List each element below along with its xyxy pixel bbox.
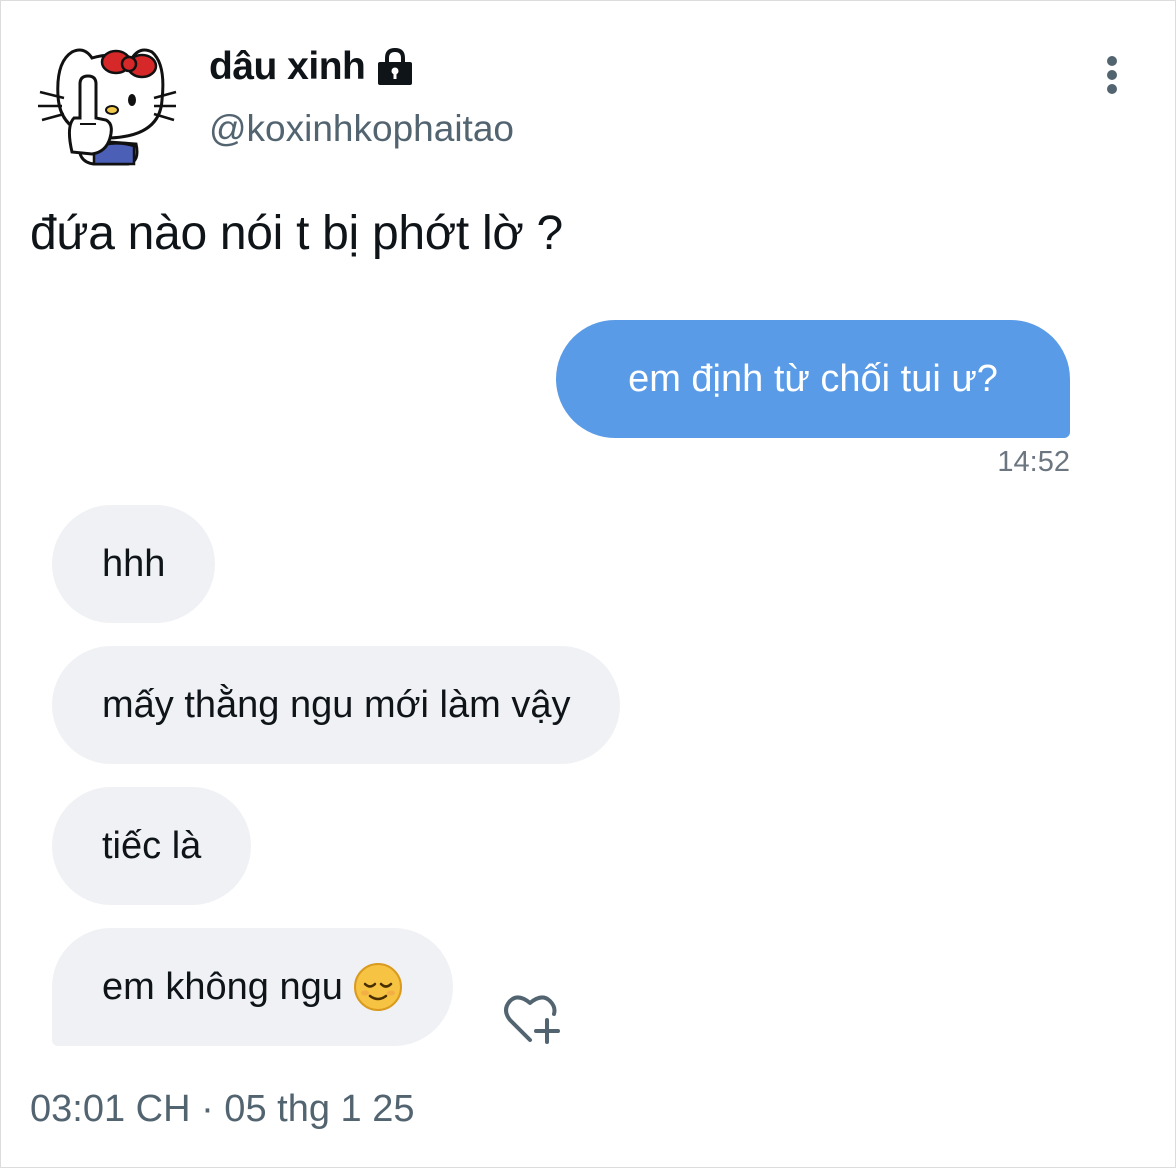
author-handle[interactable]: @koxinhkophaitao bbox=[209, 108, 514, 150]
lock-icon bbox=[375, 47, 415, 87]
relieved-face-emoji-icon bbox=[353, 962, 403, 1012]
sent-message-time: 14:52 bbox=[997, 446, 1070, 478]
sent-message-bubble: em định từ chối tui ư? bbox=[556, 320, 1070, 438]
received-message-text: tiếc là bbox=[102, 824, 202, 867]
tweet-text: đứa nào nói t bị phớt lờ ? bbox=[30, 207, 563, 260]
tweet-timestamp[interactable]: 03:01 CH · 05 thg 1 25 bbox=[30, 1088, 414, 1131]
sent-message-text: em định từ chối tui ư? bbox=[628, 357, 998, 400]
add-reaction-heart-icon[interactable] bbox=[500, 990, 566, 1048]
received-message-text: mấy thằng ngu mới làm vậy bbox=[102, 683, 571, 726]
received-message-bubble: mấy thằng ngu mới làm vậy bbox=[52, 646, 621, 764]
more-vertical-icon[interactable] bbox=[1098, 55, 1126, 99]
received-message-bubble: hhh bbox=[52, 505, 216, 623]
received-message-bubble: tiếc là bbox=[52, 787, 252, 905]
received-message-text: hhh bbox=[102, 542, 166, 585]
received-message-text: em không ngu bbox=[102, 965, 343, 1008]
hello-kitty-avatar-icon[interactable] bbox=[36, 40, 178, 168]
author-display-name[interactable]: dâu xinh bbox=[209, 45, 366, 89]
received-message-bubble: em không ngu bbox=[52, 928, 453, 1046]
author-name-row: dâu xinh bbox=[209, 42, 415, 92]
